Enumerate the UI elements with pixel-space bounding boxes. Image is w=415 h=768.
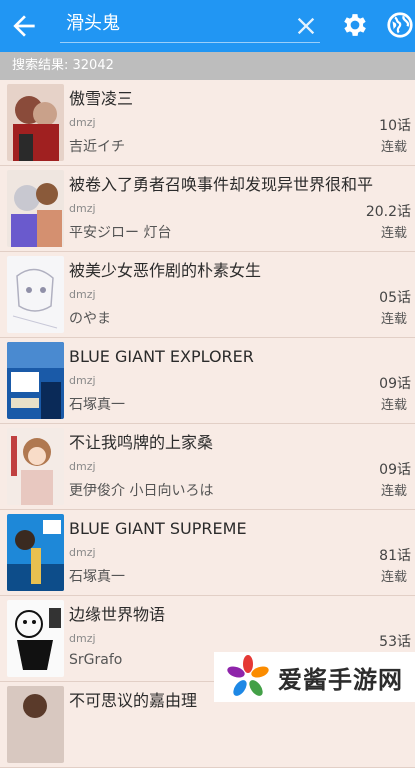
item-author: 吉近イチ bbox=[69, 139, 125, 155]
list-item[interactable]: BLUE GIANT EXPLORER dmzj 石塚真一 09话 连载 bbox=[0, 338, 415, 424]
item-chapters: 81话 bbox=[379, 548, 411, 564]
item-source: dmzj bbox=[69, 374, 96, 387]
item-status: 连载 bbox=[380, 312, 407, 327]
item-chapters: 10话 bbox=[379, 118, 411, 134]
item-source: dmzj bbox=[69, 546, 96, 559]
cover-image bbox=[7, 428, 64, 505]
result-count: 搜索结果: 32042 bbox=[12, 58, 114, 73]
item-chapters: 20.2话 bbox=[365, 204, 411, 220]
item-status: 连载 bbox=[380, 484, 407, 499]
item-author: のやま bbox=[69, 311, 111, 327]
cover-image bbox=[7, 256, 64, 333]
search-input[interactable]: 滑头鬼 bbox=[66, 12, 120, 36]
search-input-underline bbox=[60, 42, 320, 43]
item-chapters: 09话 bbox=[379, 462, 411, 478]
app-bar: 滑头鬼 bbox=[0, 0, 415, 52]
item-status: 连载 bbox=[380, 140, 407, 155]
item-author: 石塚真一 bbox=[69, 569, 125, 585]
item-source: dmzj bbox=[69, 460, 96, 473]
list-item[interactable]: 不让我鸣牌的上家桑 dmzj 更伊俊介 小日向いろは 09话 连载 bbox=[0, 424, 415, 510]
item-title: BLUE GIANT SUPREME bbox=[69, 519, 247, 538]
item-source: dmzj bbox=[69, 116, 96, 129]
gear-icon[interactable] bbox=[340, 10, 370, 40]
item-title: 被美少女恶作剧的朴素女生 bbox=[69, 261, 262, 280]
flower-logo-icon bbox=[226, 655, 270, 699]
result-count-bar: 搜索结果: 32042 bbox=[0, 52, 415, 80]
watermark-brand: 爱酱手游网 bbox=[278, 665, 403, 694]
clear-icon[interactable] bbox=[292, 12, 320, 40]
cover-image bbox=[7, 342, 64, 419]
cover-image bbox=[7, 170, 64, 247]
back-arrow-icon[interactable] bbox=[8, 10, 40, 42]
globe-icon[interactable] bbox=[385, 10, 415, 40]
cover-image bbox=[7, 686, 64, 763]
list-item[interactable]: 被美少女恶作剧的朴素女生 dmzj のやま 05话 连载 bbox=[0, 252, 415, 338]
item-author: 石塚真一 bbox=[69, 397, 125, 413]
item-source: dmzj bbox=[69, 632, 96, 645]
item-title: BLUE GIANT EXPLORER bbox=[69, 347, 254, 366]
item-title: 不可思议的嘉由理 bbox=[69, 691, 198, 710]
list-item[interactable]: BLUE GIANT SUPREME dmzj 石塚真一 81话 连载 bbox=[0, 510, 415, 596]
item-source: dmzj bbox=[69, 202, 96, 215]
item-chapters: 05话 bbox=[379, 290, 411, 306]
item-title: 被卷入了勇者召唤事件却发现异世界很和平 bbox=[69, 175, 374, 194]
watermark-logo: 爱酱手游网 bbox=[214, 652, 415, 702]
item-title: 傲雪凌三 bbox=[69, 89, 134, 108]
item-author: SrGrafo bbox=[69, 652, 123, 668]
item-status: 连载 bbox=[380, 398, 407, 413]
item-status: 连载 bbox=[380, 226, 407, 241]
list-item[interactable]: 被卷入了勇者召唤事件却发现异世界很和平 dmzj 平安ジロー 灯台 20.2话 … bbox=[0, 166, 415, 252]
item-author: 更伊俊介 小日向いろは bbox=[69, 483, 214, 499]
cover-image bbox=[7, 600, 64, 677]
list-item[interactable]: 傲雪凌三 dmzj 吉近イチ 10话 连载 bbox=[0, 80, 415, 166]
item-status: 连载 bbox=[380, 570, 407, 585]
cover-image bbox=[7, 514, 64, 591]
item-author: 平安ジロー 灯台 bbox=[69, 225, 172, 241]
item-title: 边缘世界物语 bbox=[69, 605, 166, 624]
cover-image bbox=[7, 84, 64, 161]
item-source: dmzj bbox=[69, 288, 96, 301]
item-title: 不让我鸣牌的上家桑 bbox=[69, 433, 214, 452]
item-chapters: 53话 bbox=[379, 634, 411, 650]
item-chapters: 09话 bbox=[379, 376, 411, 392]
